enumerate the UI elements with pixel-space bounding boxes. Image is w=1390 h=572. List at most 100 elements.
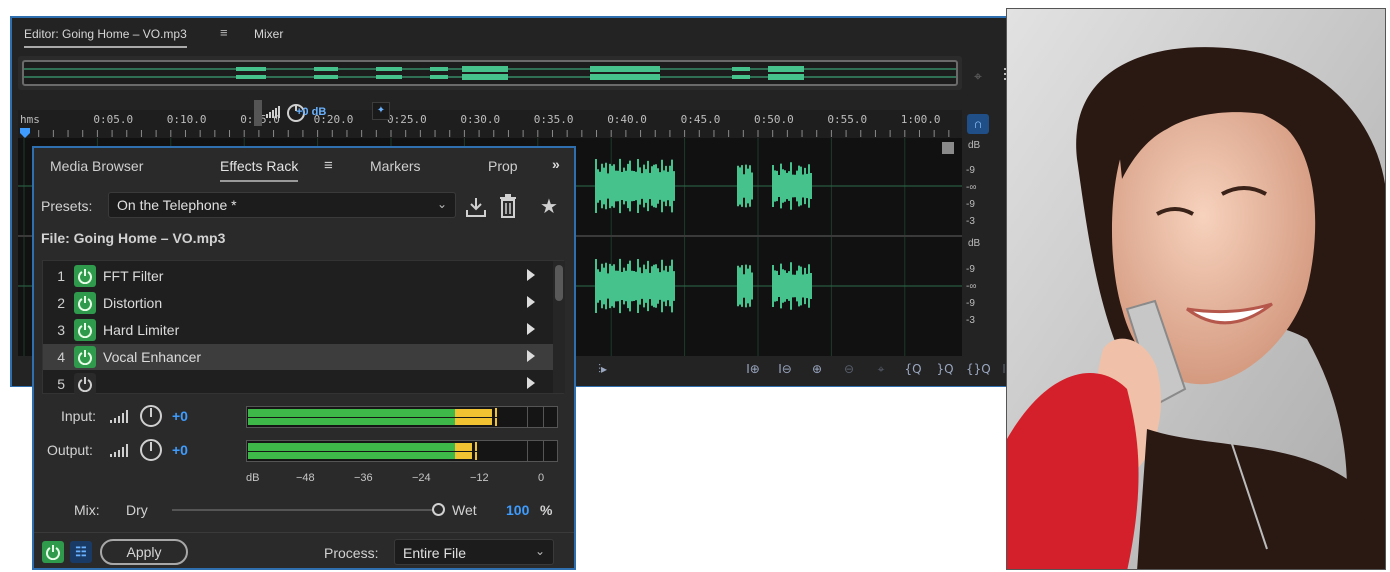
effect-name: FFT Filter — [103, 268, 164, 284]
tab-editor[interactable]: Editor: Going Home – VO.mp3 — [24, 27, 187, 48]
zoom-in-left-icon[interactable]: {Q — [902, 362, 924, 378]
ruler-label: 0:40.0 — [607, 113, 647, 126]
meter-clip-box — [543, 407, 544, 427]
zoom-out-time-icon[interactable]: ⊖ — [838, 362, 860, 378]
tab-effects-rack[interactable]: Effects Rack — [220, 158, 299, 182]
tab-markers[interactable]: Markers — [370, 158, 421, 174]
db-tick: -9 — [966, 165, 975, 176]
trash-icon[interactable] — [498, 194, 518, 218]
zoom-out-amplitude-icon[interactable]: I⊖ — [774, 362, 796, 378]
zoom-in-amplitude-icon[interactable]: I⊕ — [742, 362, 764, 378]
master-power-icon[interactable] — [42, 541, 64, 563]
chevron-down-icon: ⌄ — [436, 197, 447, 211]
zoom-toolbar: I⊕ I⊖ ⊕ ⊖ ⌖ {Q }Q {}Q I⊙ — [742, 362, 1020, 380]
mix-slider-thumb[interactable] — [432, 503, 445, 516]
waveform-burst — [737, 264, 753, 308]
mix-label: Mix: — [74, 502, 100, 518]
favorite-star-icon[interactable]: ★ — [540, 194, 558, 218]
effect-slot-number: 4 — [57, 349, 65, 365]
effect-slot-number: 3 — [57, 322, 65, 338]
presets-label: Presets: — [41, 198, 93, 214]
play-triangle-icon[interactable] — [527, 323, 535, 335]
db-tick: -9 — [966, 264, 975, 275]
power-icon[interactable] — [74, 319, 96, 341]
zoom-in-right-icon[interactable]: }Q — [934, 362, 956, 378]
chevron-down-icon: ⌄ — [534, 544, 545, 558]
effect-slot-3[interactable]: 3 Hard Limiter — [43, 317, 553, 343]
apply-button[interactable]: Apply — [100, 539, 188, 565]
zoom-to-selection-icon[interactable]: {}Q — [966, 362, 991, 378]
db-label: dB — [968, 238, 981, 249]
meter-clip-box — [543, 441, 544, 461]
meter-scale-label: dB — [246, 472, 260, 484]
input-gain-value[interactable]: +0 — [172, 408, 188, 424]
zoom-full-icon[interactable]: ⌖ — [870, 362, 892, 378]
editor-tab-bar: Editor: Going Home – VO.mp3 ≡ Mixer — [12, 18, 1046, 50]
effect-name: Vocal Enhancer — [103, 349, 202, 365]
woman-on-phone-photo — [1006, 8, 1386, 570]
effect-slot-1[interactable]: 1 FFT Filter — [43, 263, 553, 289]
hud-corner-icon — [942, 142, 954, 154]
db-tick: -9 — [966, 199, 975, 210]
mix-dry-label: Dry — [126, 502, 148, 518]
play-triangle-icon[interactable] — [527, 296, 535, 308]
process-dropdown[interactable]: Entire File ⌄ — [394, 539, 554, 565]
mix-wet-label: Wet — [452, 502, 477, 518]
hamburger-icon[interactable]: ≡ — [324, 157, 333, 174]
zoom-navigator-icon[interactable]: ⌖ — [974, 68, 992, 84]
presets-value: On the Telephone * — [117, 197, 237, 213]
output-gain-value[interactable]: +0 — [172, 442, 188, 458]
snap-magnet-icon[interactable]: ∩ — [967, 114, 989, 134]
power-icon[interactable] — [74, 346, 96, 368]
db-tick: -3 — [966, 216, 975, 227]
output-gain-knob[interactable] — [140, 439, 162, 461]
meter-scale-label: −48 — [296, 472, 315, 484]
meter-clip-box — [527, 441, 528, 461]
play-triangle-icon[interactable] — [527, 350, 535, 362]
tab-properties[interactable]: Prop — [488, 158, 518, 174]
effect-slot-5[interactable]: 5 — [43, 371, 553, 397]
tab-mixer[interactable]: Mixer — [254, 27, 283, 41]
power-icon[interactable] — [74, 292, 96, 314]
mix-value[interactable]: 100 — [506, 502, 529, 518]
play-triangle-icon[interactable] — [527, 377, 535, 389]
db-scale: dB -9 -∞ -9 -3 dB -9 -∞ -9 -3 — [962, 138, 1012, 356]
waveform-burst — [595, 158, 675, 214]
waveform-burst — [737, 164, 753, 208]
tab-media-browser[interactable]: Media Browser — [50, 158, 143, 174]
presets-dropdown[interactable]: On the Telephone * ⌄ — [108, 192, 456, 218]
ruler-label: 0:30.0 — [460, 113, 500, 126]
db-label: dB — [968, 140, 981, 151]
effect-slot-number: 1 — [57, 268, 65, 284]
input-level-meter — [246, 406, 558, 428]
hamburger-icon[interactable]: ≡ — [220, 25, 228, 40]
zoom-in-time-icon[interactable]: ⊕ — [806, 362, 828, 378]
ruler-label: hms — [20, 113, 40, 126]
level-bars-icon — [110, 444, 128, 457]
overview-waveform[interactable] — [18, 56, 962, 90]
power-icon[interactable] — [74, 265, 96, 287]
effect-slot-2[interactable]: 2 Distortion — [43, 290, 553, 316]
time-ruler[interactable]: hms0:05.00:10.00:15.00:20.00:25.00:30.00… — [18, 110, 962, 138]
playhead-marker[interactable] — [20, 128, 30, 138]
woman-on-phone-illustration — [1007, 9, 1385, 569]
mix-slider-track[interactable] — [172, 509, 438, 511]
effect-slot-4[interactable]: 4 Vocal Enhancer — [43, 344, 553, 370]
play-triangle-icon[interactable] — [527, 269, 535, 281]
meter-clip-box — [527, 407, 528, 427]
ruler-label: 0:45.0 — [681, 113, 721, 126]
meter-channel-divider — [247, 451, 557, 452]
effect-list-icon[interactable]: ☷ — [70, 541, 92, 563]
more-tabs-icon[interactable]: » — [552, 156, 560, 172]
save-preset-icon[interactable] — [464, 196, 488, 218]
time-selection-icon[interactable]: ⫶▸ — [598, 362, 607, 377]
input-gain-knob[interactable] — [140, 405, 162, 427]
level-bars-icon — [110, 410, 128, 423]
db-tick: -3 — [966, 315, 975, 326]
effects-list-scrollbar[interactable] — [553, 261, 565, 393]
effect-name: Distortion — [103, 295, 163, 311]
db-tick: -9 — [966, 298, 975, 309]
pin-icon[interactable]: ✦ — [372, 102, 390, 120]
overview-wave-graphic — [24, 66, 956, 80]
power-icon[interactable] — [74, 373, 96, 395]
